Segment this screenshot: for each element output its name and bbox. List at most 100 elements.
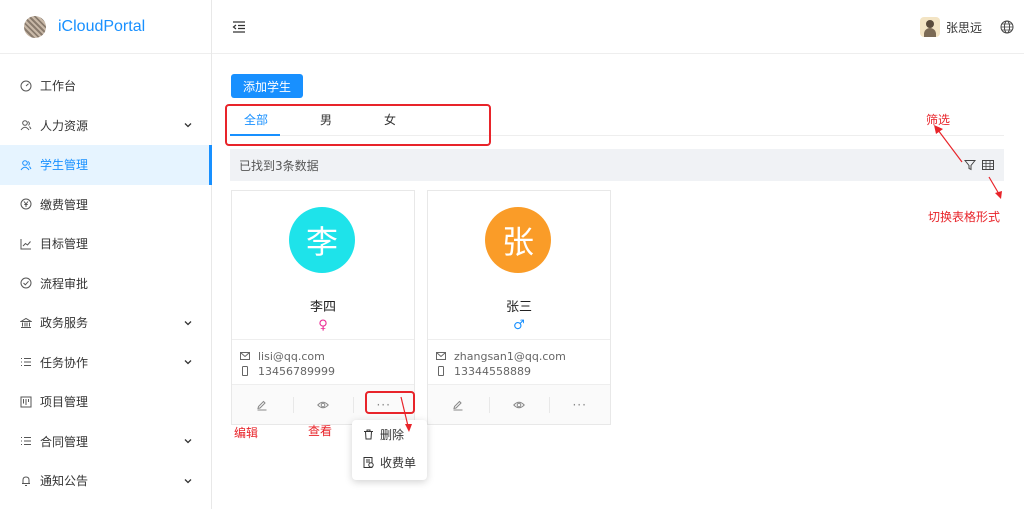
receipt-icon [363, 456, 374, 468]
logo-icon [24, 15, 46, 38]
globe-icon[interactable] [1000, 20, 1014, 34]
filter-icon[interactable] [964, 159, 976, 171]
annotation-filter: 筛选 [926, 113, 951, 127]
result-count: 已找到3条数据 [239, 158, 319, 173]
sidebar-item-approval[interactable]: 流程审批 [0, 264, 211, 304]
annotation-edit: 编辑 [234, 426, 259, 440]
user-name: 张思远 [945, 20, 982, 35]
view-controls [964, 159, 994, 171]
chevron-down-icon [184, 478, 192, 484]
sidebar-item-label: 项目管理 [40, 395, 89, 410]
mail-icon [240, 352, 250, 360]
female-icon: ♀ [318, 318, 328, 333]
sidebar-item-label: 学生管理 [40, 158, 89, 173]
male-icon: ♂ [513, 318, 525, 333]
add-student-button[interactable]: 添加学生 [231, 74, 303, 98]
dashboard-icon [20, 80, 32, 92]
sidebar-menu: 工作台 人力资源 学生管理 缴费管理 目标管理 流程审批 政务服务 任务协作 项… [0, 54, 212, 501]
list-icon [20, 356, 32, 368]
annotation-view: 查看 [308, 424, 333, 438]
menu-fold-icon[interactable] [232, 20, 246, 34]
email-line: zhangsan1@qq.com [436, 349, 610, 363]
sidebar-item-label: 任务协作 [40, 355, 89, 370]
user-menu[interactable]: 张思远 [919, 17, 982, 37]
edit-button[interactable] [232, 385, 293, 424]
sidebar-item-label: 合同管理 [40, 434, 89, 449]
view-button[interactable] [488, 385, 550, 424]
app-title: iCloudPortal [58, 17, 146, 35]
sidebar-item-label: 通知公告 [40, 474, 89, 489]
mobile-icon [242, 366, 248, 376]
view-button[interactable] [292, 385, 354, 424]
avatar: 张 [485, 207, 551, 273]
chart-line-icon [20, 238, 32, 250]
phone-value: 13456789999 [258, 364, 335, 378]
mail-icon [436, 352, 446, 360]
annotation-switch-table: 切换表格形式 [928, 210, 1001, 224]
eye-icon [513, 401, 525, 408]
eye-icon [317, 401, 329, 408]
email-value: zhangsan1@qq.com [454, 349, 566, 363]
sidebar-item-notices[interactable]: 通知公告 [0, 461, 211, 501]
contact-info: zhangsan1@qq.com 13344558889 [428, 339, 610, 385]
sidebar-item-label: 工作台 [40, 79, 77, 94]
sidebar-item-projects[interactable]: 项目管理 [0, 382, 211, 422]
bell-icon [20, 475, 32, 487]
result-bar: 已找到3条数据 [230, 149, 1004, 181]
email-line: lisi@qq.com [240, 349, 414, 363]
sidebar-item-tasks[interactable]: 任务协作 [0, 343, 211, 383]
student-card[interactable]: 李 李四 ♀ lisi@qq.com 13456789999 ··· [231, 190, 415, 425]
sidebar-item-label: 缴费管理 [40, 197, 89, 212]
chevron-down-icon [184, 123, 192, 128]
phone-line: 13456789999 [240, 364, 414, 378]
phone-value: 13344558889 [454, 364, 531, 378]
chevron-down-icon [184, 320, 192, 326]
sidebar-item-government[interactable]: 政务服务 [0, 303, 211, 343]
card-actions: ··· [428, 384, 610, 424]
avatar: 李 [289, 207, 355, 273]
avatar [919, 17, 940, 37]
edit-button[interactable] [428, 385, 489, 424]
receipt-menu-item[interactable]: 收费单 [352, 448, 427, 476]
contact-info: lisi@qq.com 13456789999 [232, 339, 414, 385]
sidebar-item-label: 目标管理 [40, 237, 89, 252]
trash-icon [364, 429, 373, 439]
project-icon [20, 396, 32, 408]
sidebar-item-workbench[interactable]: 工作台 [0, 66, 211, 106]
sidebar-item-contracts[interactable]: 合同管理 [0, 422, 211, 462]
list-icon [20, 435, 32, 447]
student-name: 张三 [505, 300, 532, 315]
edit-icon [453, 400, 463, 410]
users-icon [20, 119, 32, 131]
sidebar-item-label: 政务服务 [40, 316, 89, 331]
tabs-highlight-box [225, 104, 491, 146]
delete-menu-item[interactable]: 删除 [352, 420, 427, 448]
mobile-icon [438, 366, 444, 376]
yen-icon [20, 198, 32, 210]
users-icon [20, 159, 32, 171]
chevron-down-icon [184, 360, 192, 365]
student-card[interactable]: 张 张三 ♂ zhangsan1@qq.com 13344558889 ··· [427, 190, 611, 425]
chevron-down-icon [184, 439, 192, 444]
more-highlight-box [365, 391, 415, 414]
sidebar: iCloudPortal 工作台 人力资源 学生管理 缴费管理 目标管理 流程审… [0, 0, 212, 509]
bank-icon [20, 317, 32, 329]
menu-item-label: 收费单 [380, 455, 417, 470]
student-name: 李四 [309, 300, 336, 315]
logo-row[interactable]: iCloudPortal [0, 0, 211, 54]
table-view-icon[interactable] [982, 159, 994, 171]
sidebar-item-students[interactable]: 学生管理 [0, 145, 212, 185]
ellipsis-icon: ··· [572, 397, 587, 412]
sidebar-item-label: 人力资源 [40, 118, 89, 133]
edit-icon [257, 400, 267, 410]
sidebar-item-payments[interactable]: 缴费管理 [0, 185, 211, 225]
email-value: lisi@qq.com [258, 349, 325, 363]
more-actions-dropdown: 删除 收费单 [352, 420, 427, 480]
top-header: 张思远 [212, 0, 1024, 54]
check-circle-icon [20, 277, 32, 289]
more-button[interactable]: ··· [549, 385, 610, 424]
phone-line: 13344558889 [436, 364, 610, 378]
menu-item-label: 删除 [380, 427, 405, 442]
sidebar-item-hr[interactable]: 人力资源 [0, 106, 211, 146]
sidebar-item-goals[interactable]: 目标管理 [0, 224, 211, 264]
